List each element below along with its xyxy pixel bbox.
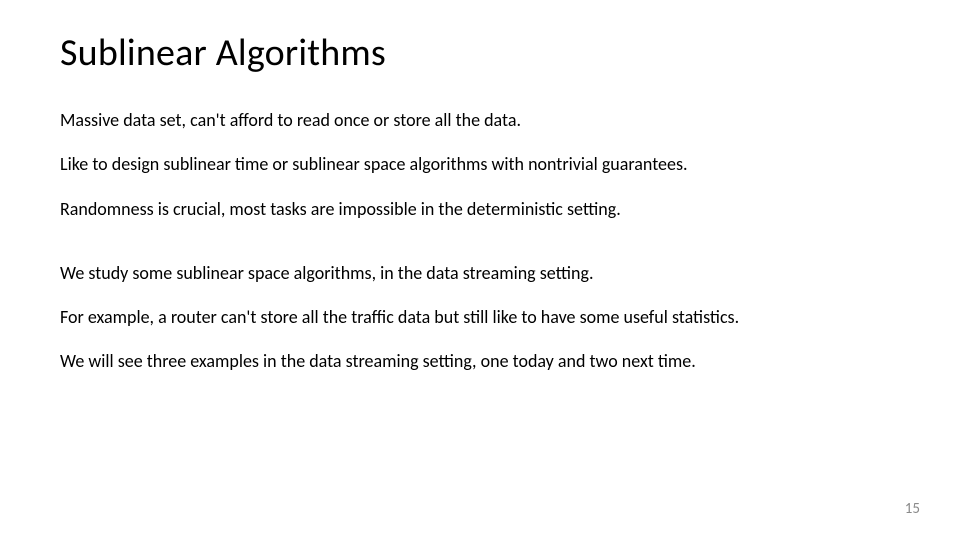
paragraph: Massive data set, can't afford to read o… (60, 108, 900, 132)
page-number: 15 (905, 500, 920, 518)
paragraph: We study some sublinear space algorithms… (60, 261, 900, 285)
paragraph: Randomness is crucial, most tasks are im… (60, 197, 900, 221)
paragraph: For example, a router can't store all th… (60, 305, 900, 329)
spacer (60, 241, 900, 261)
slide-title: Sublinear Algorithms (60, 30, 900, 76)
slide-container: Sublinear Algorithms Massive data set, c… (0, 0, 960, 540)
paragraph: We will see three examples in the data s… (60, 349, 900, 373)
slide-body: Massive data set, can't afford to read o… (60, 108, 900, 374)
paragraph: Like to design sublinear time or subline… (60, 152, 900, 176)
